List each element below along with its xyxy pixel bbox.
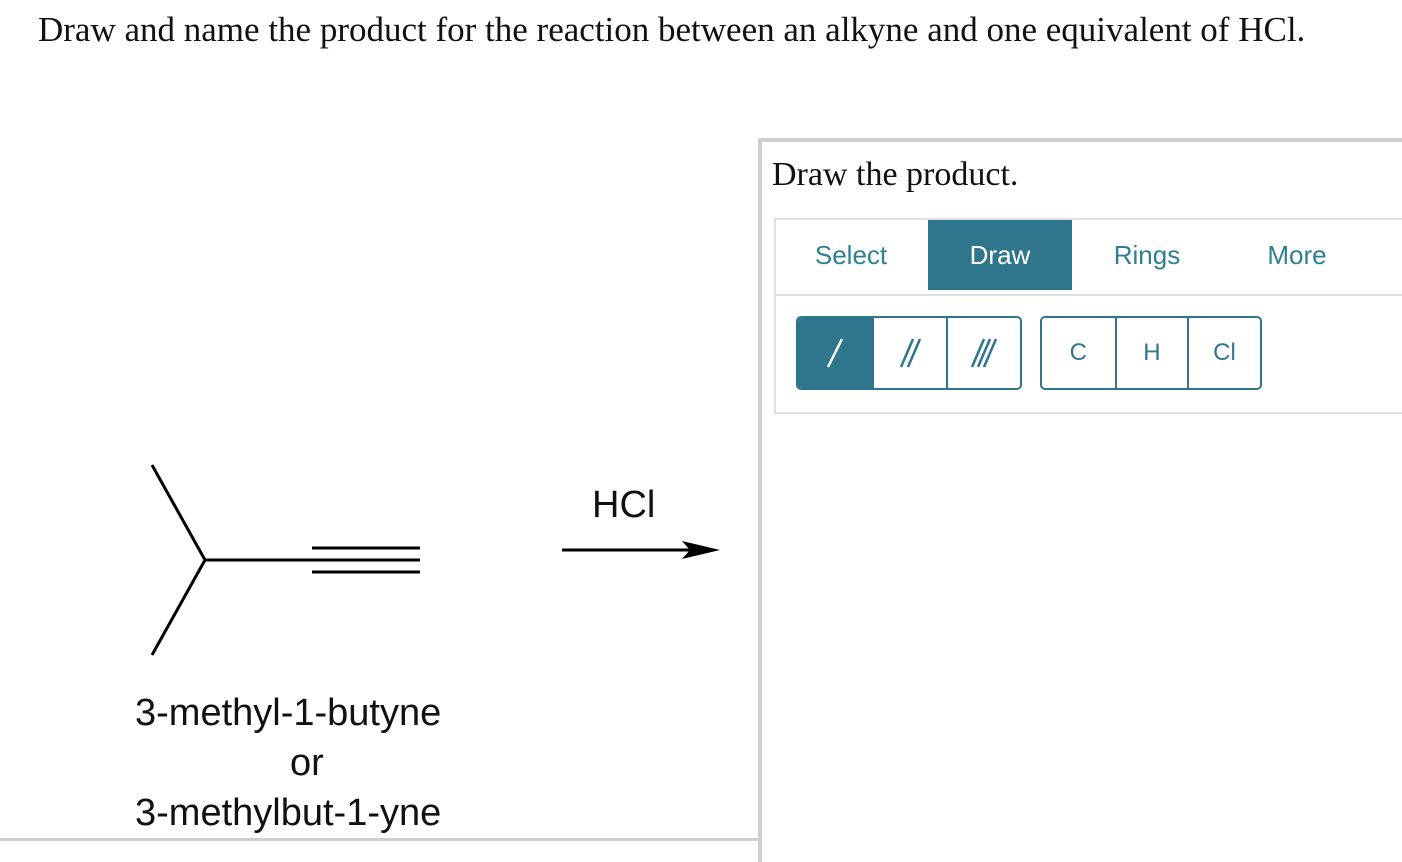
double-bond-icon <box>899 338 922 368</box>
reactant-name-common: 3-methyl-1-butyne <box>135 692 442 734</box>
atom-hydrogen-button[interactable]: H <box>1114 318 1188 388</box>
panel-title: Draw the product. <box>772 156 1019 193</box>
triple-bond-icon <box>970 338 998 368</box>
methyl-bond-lower <box>150 559 207 656</box>
methyl-bond-upper <box>150 464 207 561</box>
tab-more[interactable]: More <box>1222 220 1372 290</box>
atom-tool-group: C H Cl <box>1040 316 1262 390</box>
drawing-panel: Draw the product. Select Draw Rings More <box>758 138 1402 862</box>
tab-draw[interactable]: Draw <box>928 220 1072 290</box>
tab-select[interactable]: Select <box>776 220 926 290</box>
reagent-label: HCl <box>592 484 656 526</box>
reactant-name-or: or <box>290 742 324 784</box>
atom-chlorine-button[interactable]: Cl <box>1187 318 1260 388</box>
triple-bond-button[interactable] <box>946 318 1020 388</box>
bond-tool-group <box>796 316 1022 390</box>
atom-carbon-button[interactable]: C <box>1042 318 1115 388</box>
reaction-arrow <box>562 541 720 559</box>
tab-rings[interactable]: Rings <box>1072 220 1222 290</box>
drawing-toolbar: Select Draw Rings More C H Cl <box>774 218 1402 414</box>
single-bond-button[interactable] <box>798 318 872 388</box>
divider <box>0 838 760 841</box>
tab-row: Select Draw Rings More <box>776 220 1402 296</box>
single-bond-icon <box>826 338 844 368</box>
double-bond-button[interactable] <box>872 318 946 388</box>
reactant-name-iupac: 3-methylbut-1-yne <box>135 792 442 834</box>
